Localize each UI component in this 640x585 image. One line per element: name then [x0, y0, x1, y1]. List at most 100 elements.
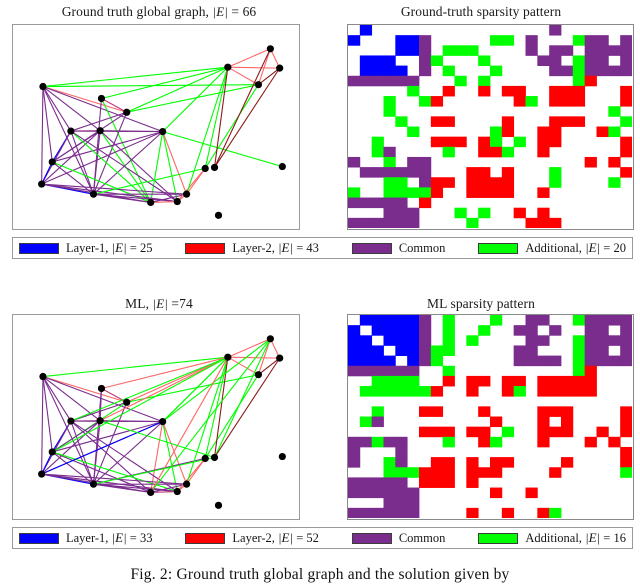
graph-node	[201, 454, 209, 462]
sparsity-cell	[430, 467, 444, 478]
sparsity-cell	[537, 126, 550, 138]
graph-edge	[41, 473, 178, 493]
sparsity-cell	[596, 65, 609, 77]
sparsity-cell	[501, 177, 515, 188]
graph-node	[89, 190, 98, 198]
sparsity-cell	[513, 386, 526, 397]
sparsity-cell	[608, 45, 621, 56]
legend-label-additional: Additional, |E| = 20	[525, 240, 626, 255]
sparsity-cell	[572, 96, 586, 107]
graph-node	[97, 384, 106, 393]
graph-edge	[101, 66, 228, 100]
sparsity-cell	[501, 126, 515, 138]
sparsity-cell	[430, 477, 444, 488]
sparsity-cell	[442, 477, 455, 488]
sparsity-cell	[395, 187, 408, 198]
sparsity-cell	[501, 85, 515, 97]
sparsity-cell	[395, 507, 408, 518]
graph-node	[173, 487, 181, 496]
sparsity-cell	[395, 457, 408, 468]
sparsity-cell	[371, 197, 384, 209]
sparsity-cell	[407, 315, 420, 326]
sparsity-cell	[549, 45, 562, 56]
graph-edge	[41, 451, 53, 475]
sparsity-cell	[430, 426, 444, 438]
graph-edge	[41, 376, 44, 475]
sparsity-cell	[466, 177, 479, 188]
sparsity-cell	[466, 45, 479, 56]
title-prefix: Ground truth global graph,	[61, 4, 213, 19]
sparsity-cell	[348, 487, 361, 499]
sparsity-cell	[442, 177, 455, 188]
sparsity-cell	[395, 365, 408, 377]
sparsity-cell	[383, 55, 396, 66]
graph-edge	[227, 48, 271, 68]
sparsity-cell	[395, 65, 408, 77]
sparsity-cell	[572, 355, 586, 367]
sparsity-cell	[525, 35, 538, 46]
sparsity-cell	[395, 487, 408, 499]
sparsity-cell	[513, 85, 526, 97]
graph-edge	[70, 420, 163, 423]
sparsity-cell	[359, 217, 373, 228]
sparsity-cell	[395, 315, 408, 326]
sparsity-cell	[490, 416, 503, 428]
sparsity-cell	[454, 75, 467, 87]
sparsity-cell	[348, 446, 361, 458]
sparsity-cell	[359, 507, 373, 518]
sparsity-cell	[608, 156, 621, 168]
sparsity-cell	[466, 507, 479, 518]
sparsity-cell	[549, 386, 562, 397]
sparsity-cell	[383, 325, 396, 336]
graph-node	[159, 128, 167, 136]
sparsity-cell	[478, 55, 491, 66]
sparsity-cell	[371, 55, 384, 66]
sparsity-cell	[584, 355, 597, 367]
sparsity-cell	[395, 335, 408, 346]
sparsity-cell	[537, 507, 550, 518]
sparsity-cell	[596, 45, 609, 56]
sparsity-cell	[501, 167, 515, 178]
graph-node	[210, 163, 219, 172]
sparsity-cell	[490, 467, 503, 478]
sparsity-cell	[442, 325, 455, 336]
sparsity-cell	[537, 375, 550, 387]
sparsity-cell	[490, 436, 503, 448]
sparsity-cell	[371, 507, 384, 518]
graph-node	[123, 108, 131, 116]
sparsity-cell	[572, 315, 586, 326]
sparsity-cell	[383, 75, 396, 87]
sparsity-cell	[407, 375, 420, 387]
sparsity-cell	[549, 25, 562, 36]
sparsity-cell	[561, 116, 574, 127]
sparsity-cell	[608, 436, 621, 448]
sparsity-cell	[371, 406, 384, 417]
sparsity-cell	[490, 136, 503, 148]
sparsity-cell	[383, 65, 396, 77]
legend-label-layer-1: Layer-1, |E| = 33	[66, 530, 153, 545]
sparsity-cell	[596, 426, 609, 438]
sparsity-cell	[395, 217, 408, 228]
graph-edge	[162, 66, 229, 132]
sparsity-cell	[478, 167, 491, 178]
sparsity-cell	[407, 187, 420, 198]
graph-node	[147, 488, 155, 497]
sparsity-cell	[525, 45, 538, 56]
sparsity-cell	[490, 65, 503, 77]
sparsity-cell	[596, 55, 609, 66]
sparsity-cell	[407, 85, 420, 97]
sparsity-cell	[620, 65, 632, 77]
sparsity-cell	[371, 416, 384, 428]
sparsity-cell	[620, 325, 632, 336]
graph-node	[210, 453, 219, 462]
graph-edge	[42, 86, 53, 163]
sparsity-cell	[442, 85, 455, 97]
graph-edge	[41, 161, 53, 185]
sparsity-cell	[561, 386, 574, 397]
sparsity-cell	[359, 197, 373, 209]
sparsity-cell	[561, 426, 574, 438]
sparsity-cell	[371, 365, 384, 377]
legend-swatch-additional	[478, 532, 519, 544]
title-suffix: = 66	[227, 4, 257, 19]
sparsity-cell	[442, 315, 455, 326]
